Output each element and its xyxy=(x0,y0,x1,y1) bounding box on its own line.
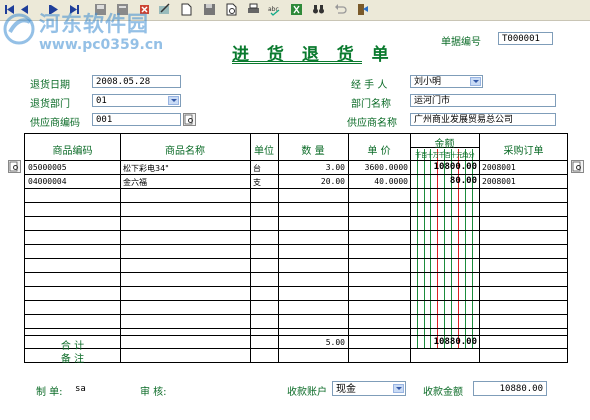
undo-icon[interactable] xyxy=(334,3,347,16)
amount-label: 收款金额 xyxy=(423,387,463,398)
toolbar: abc xyxy=(0,0,590,21)
reviewer-label: 审 核: xyxy=(140,387,167,398)
total-amount: 10880.00 xyxy=(433,337,477,347)
row-name: 金六福 xyxy=(123,178,147,187)
row-lookup-right-icon[interactable] xyxy=(571,160,584,173)
maker-label: 制 单: xyxy=(36,387,63,398)
spell-check-icon[interactable]: abc xyxy=(268,3,281,16)
remark-field[interactable] xyxy=(121,349,568,362)
header-amount: 金额 xyxy=(434,139,455,150)
exit-icon[interactable] xyxy=(356,3,369,16)
row-po: 2008001 xyxy=(482,177,516,186)
new-document-icon[interactable] xyxy=(180,3,193,16)
supplier-name-field[interactable]: 广州商业发展贸易总公司 xyxy=(410,113,556,126)
dept-name-label: 部门名称 xyxy=(351,99,391,110)
handler-select-value: 刘小明 xyxy=(414,77,442,87)
row-lookup-left-icon[interactable] xyxy=(8,160,21,173)
row-unit: 台 xyxy=(253,164,261,173)
maker-value: sa xyxy=(75,384,86,394)
total-qty: 5.00 xyxy=(325,338,345,347)
save-icon[interactable] xyxy=(94,3,107,16)
handler-label: 经 手 人 xyxy=(351,80,388,91)
row-amount: 80.00 xyxy=(449,176,477,186)
dept-select-value: 01 xyxy=(96,96,107,106)
header-po: 采购订单 xyxy=(503,146,544,157)
row-amount: 10800.00 xyxy=(433,162,477,172)
supplier-name-label: 供应商名称 xyxy=(347,118,397,129)
return-date-label: 退货日期 xyxy=(30,80,70,91)
account-select-value: 现金 xyxy=(336,384,356,395)
header-code: 商品编码 xyxy=(52,146,93,157)
doc-number-field[interactable]: T000001 xyxy=(498,32,553,45)
row-unit: 支 xyxy=(253,178,261,187)
disk-icon[interactable] xyxy=(203,3,216,16)
binoculars-icon[interactable] xyxy=(312,3,325,16)
chevron-down-icon[interactable] xyxy=(470,77,481,86)
chevron-down-icon[interactable] xyxy=(393,384,404,393)
chevron-down-icon[interactable] xyxy=(168,96,179,105)
dept-select[interactable]: 01 xyxy=(92,94,181,107)
print-icon[interactable] xyxy=(247,3,260,16)
header-unit: 单位 xyxy=(254,146,274,157)
account-select[interactable]: 现金 xyxy=(332,381,406,396)
supplier-lookup-icon[interactable] xyxy=(183,113,196,126)
print-preview-icon[interactable] xyxy=(225,3,238,16)
header-qty: 数 量 xyxy=(301,146,325,157)
title-underline xyxy=(232,61,362,62)
supplier-code-label: 供应商编码 xyxy=(30,118,80,129)
row-name: 松下彩电34" xyxy=(123,164,169,173)
delete-icon[interactable] xyxy=(138,3,151,16)
header-price: 单 价 xyxy=(367,146,391,157)
header-name: 商品名称 xyxy=(165,146,205,157)
dept-label: 退货部门 xyxy=(30,99,70,110)
account-label: 收款账户 xyxy=(287,387,327,398)
prev-record-icon[interactable] xyxy=(18,3,31,16)
watermark-url: www.pc0359.cn xyxy=(39,37,164,53)
doc-number-label: 单据编号 xyxy=(441,37,481,48)
title-underline-2 xyxy=(232,63,362,64)
row-po: 2008001 xyxy=(482,163,516,172)
row-code: 04000004 xyxy=(28,177,67,186)
goods-table: 商品编码 商品名称 单位 数 量 单 价 金额 千百十万千百十元角分 采购订单 … xyxy=(24,133,568,365)
amount-field[interactable]: 10880.00 xyxy=(473,381,547,396)
remark-label: 备 注 xyxy=(60,354,85,365)
last-record-icon[interactable] xyxy=(68,3,81,16)
first-record-icon[interactable] xyxy=(3,3,16,16)
header-amount-digits: 千百十万千百十元角分 xyxy=(414,151,475,159)
edit-icon[interactable] xyxy=(158,3,171,16)
return-date-field[interactable]: 2008.05.28 xyxy=(92,75,181,88)
copy-icon[interactable] xyxy=(116,3,129,16)
row-qty: 3.00 xyxy=(325,163,345,172)
row-price: 3600.0000 xyxy=(364,163,408,172)
excel-export-icon[interactable] xyxy=(290,3,303,16)
row-price: 40.0000 xyxy=(374,177,408,186)
next-record-icon[interactable] xyxy=(47,3,60,16)
row-qty: 20.00 xyxy=(320,177,345,186)
dept-name-field[interactable]: 运河门市 xyxy=(410,94,556,107)
handler-select[interactable]: 刘小明 xyxy=(410,75,483,88)
row-code: 05000005 xyxy=(28,163,67,172)
supplier-code-field[interactable]: 001 xyxy=(92,113,181,126)
